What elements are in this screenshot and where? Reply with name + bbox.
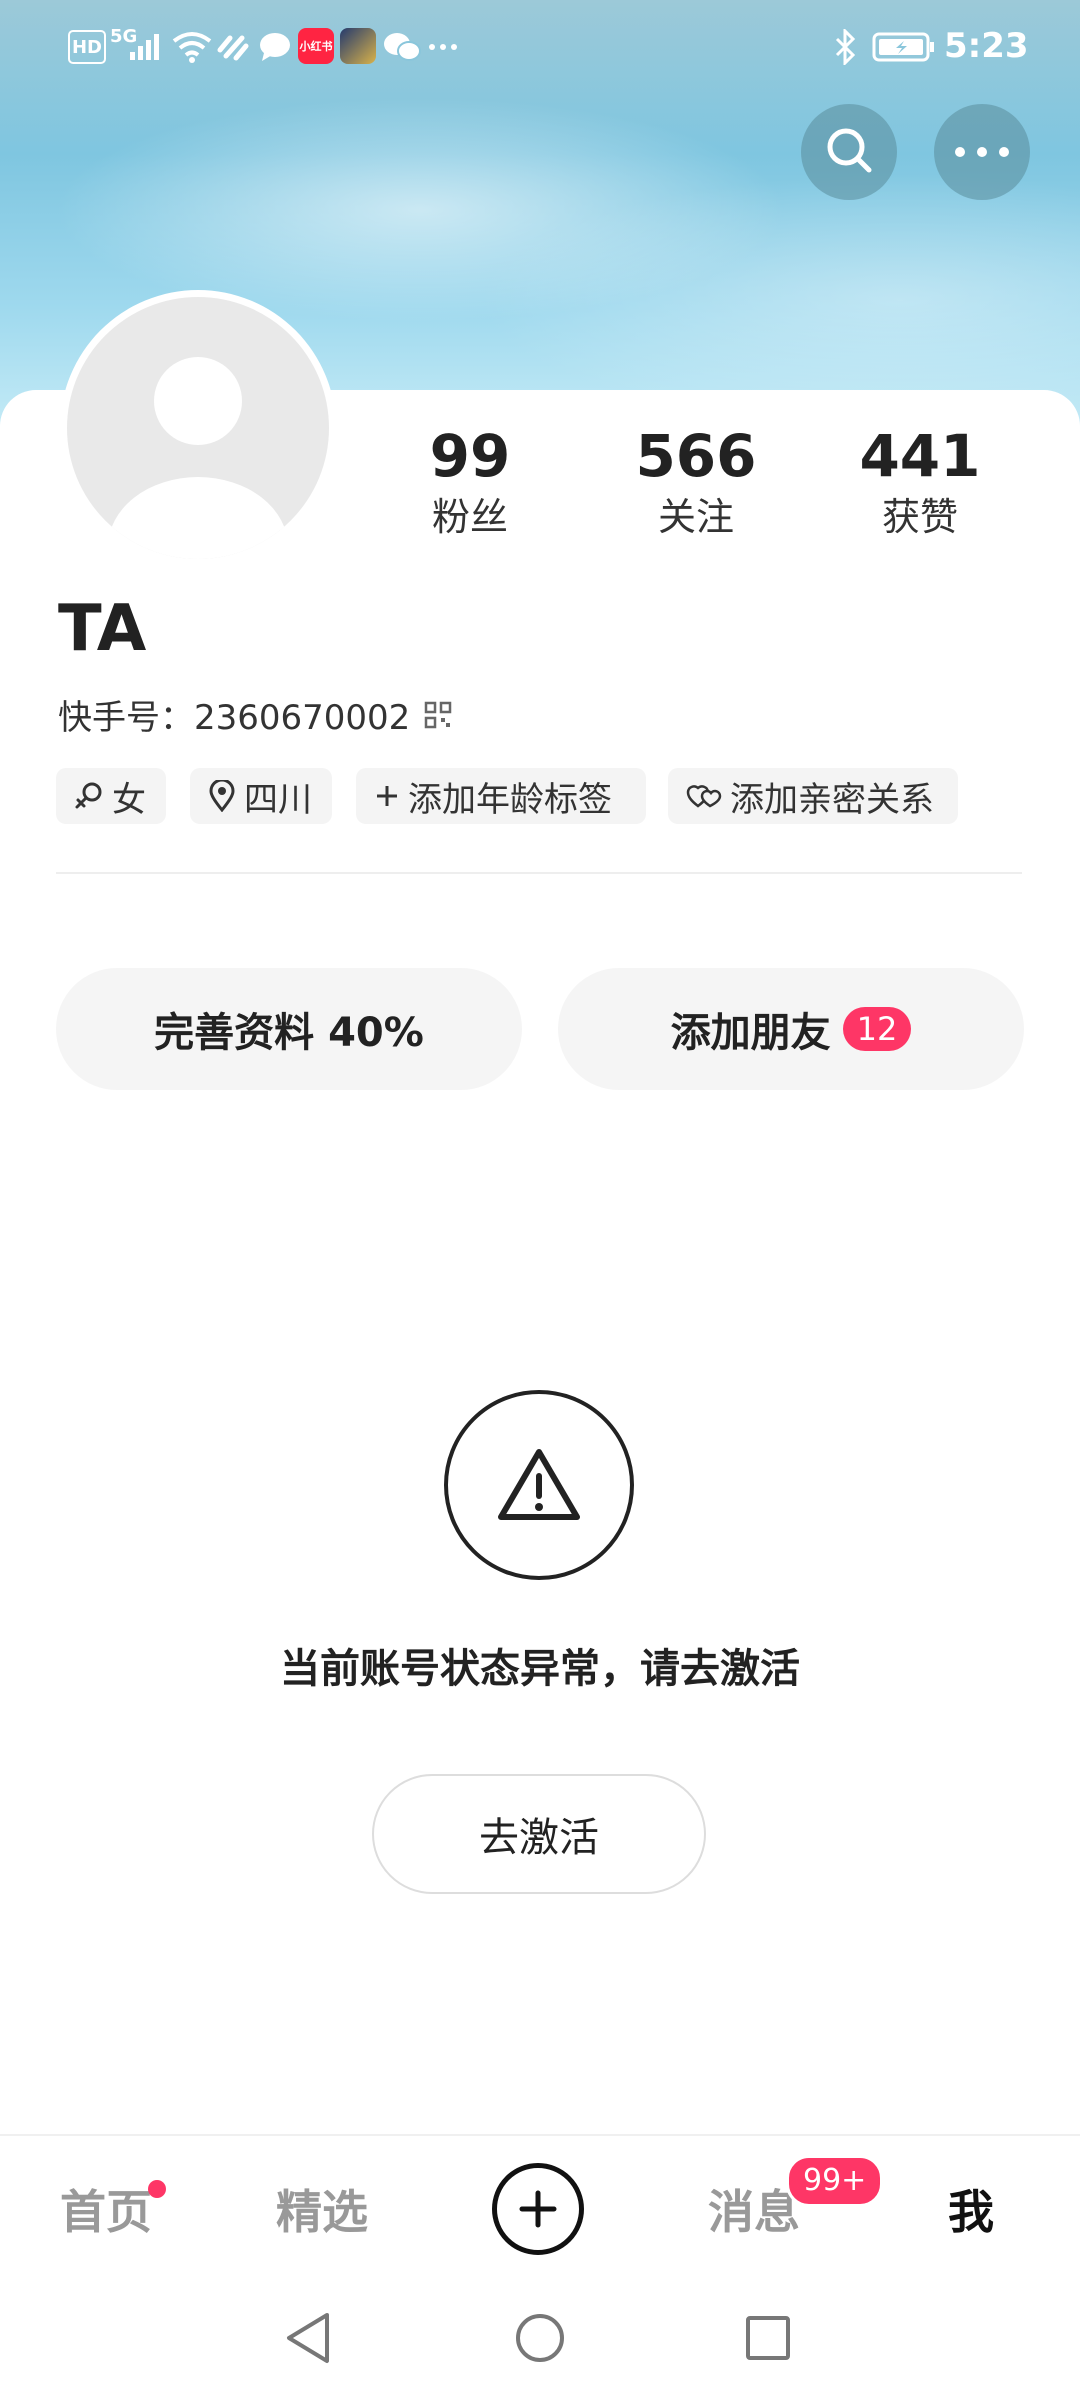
warning-icon <box>496 1447 582 1523</box>
add-friends-button[interactable]: 添加朋友 12 <box>558 968 1024 1090</box>
more-horizontal-icon <box>954 143 1010 162</box>
signal-icon <box>128 28 162 66</box>
followers-label: 粉丝 <box>431 495 508 539</box>
chat-bubble-icon <box>258 28 292 66</box>
tag-location-label: 四川 <box>244 779 312 820</box>
nav-home-label: 首页 <box>60 2185 152 2239</box>
default-avatar-icon <box>67 297 329 559</box>
add-relationship-tag-label: 添加亲密关系 <box>730 779 934 820</box>
kuaishou-id-row[interactable]: 快手号：2360670002 <box>58 690 452 739</box>
following-count: 566 <box>635 422 757 490</box>
stat-likes[interactable]: 441 获赞 <box>820 420 1020 542</box>
tag-gender-label: 女 <box>112 779 146 820</box>
tag-location[interactable]: 四川 <box>190 768 332 824</box>
nav-messages-label: 消息 <box>708 2185 800 2239</box>
profile-name: TA <box>58 592 147 666</box>
wifi-icon <box>172 28 212 66</box>
add-age-tag[interactable]: 添加年龄标签 <box>356 768 646 824</box>
more-notifications-icon <box>428 28 458 66</box>
location-icon <box>208 780 244 812</box>
plus-icon <box>518 2189 558 2229</box>
add-age-tag-label: 添加年龄标签 <box>408 779 612 820</box>
system-home-button[interactable] <box>510 2308 570 2368</box>
hearts-icon <box>686 782 730 810</box>
kuaishou-id: 快手号：2360670002 <box>58 698 411 738</box>
plus-icon <box>374 783 408 809</box>
complete-profile-button[interactable]: 完善资料 40% <box>56 968 522 1090</box>
female-icon <box>74 781 112 811</box>
add-friends-label: 添加朋友 <box>670 1010 831 1056</box>
back-triangle-icon <box>283 2311 333 2365</box>
qr-code-icon[interactable] <box>424 701 452 729</box>
divider <box>56 872 1022 874</box>
wechat-icon <box>382 28 422 66</box>
status-bar: HD 5G 小红书 5:23 <box>0 0 1080 90</box>
system-recents-button[interactable] <box>738 2308 798 2368</box>
xiaohongshu-app-icon: 小红书 <box>298 28 334 64</box>
nav-featured-label: 精选 <box>276 2185 368 2239</box>
bluetooth-icon <box>830 28 860 66</box>
battery-icon <box>872 28 936 66</box>
likes-label: 获赞 <box>881 495 958 539</box>
add-friends-badge: 12 <box>842 1007 912 1051</box>
nav-me[interactable]: 我 <box>948 2176 994 2242</box>
status-time: 5:23 <box>944 26 1029 66</box>
search-icon <box>823 124 875 180</box>
nav-home[interactable]: 首页 <box>60 2176 152 2242</box>
tag-gender[interactable]: 女 <box>56 768 166 824</box>
game-app-icon <box>340 28 376 64</box>
create-post-button[interactable] <box>492 2163 584 2255</box>
recents-square-icon <box>744 2314 792 2362</box>
add-relationship-tag[interactable]: 添加亲密关系 <box>668 768 958 824</box>
following-label: 关注 <box>657 495 734 539</box>
search-button[interactable] <box>801 104 897 200</box>
stat-followers[interactable]: 99 粉丝 <box>370 420 570 542</box>
stat-following[interactable]: 566 关注 <box>596 420 796 542</box>
hd-indicator: HD <box>68 30 106 64</box>
home-circle-icon <box>514 2312 566 2364</box>
activate-button[interactable]: 去激活 <box>372 1774 706 1894</box>
system-back-button[interactable] <box>278 2308 338 2368</box>
likes-count: 441 <box>859 422 981 490</box>
nav-featured[interactable]: 精选 <box>276 2176 368 2242</box>
nav-me-label: 我 <box>948 2185 994 2239</box>
more-options-button[interactable] <box>934 104 1030 200</box>
activate-button-label: 去激活 <box>479 1815 599 1861</box>
complete-profile-label: 完善资料 40% <box>154 1010 424 1056</box>
followers-count: 99 <box>429 422 511 490</box>
app-notification-icon <box>216 28 250 66</box>
warning-icon-circle <box>444 1390 634 1580</box>
account-status-message: 当前账号状态异常，请去激活 <box>280 1646 800 1692</box>
messages-badge: 99+ <box>786 2155 884 2207</box>
avatar[interactable] <box>60 290 336 566</box>
home-unread-dot <box>148 2180 166 2198</box>
